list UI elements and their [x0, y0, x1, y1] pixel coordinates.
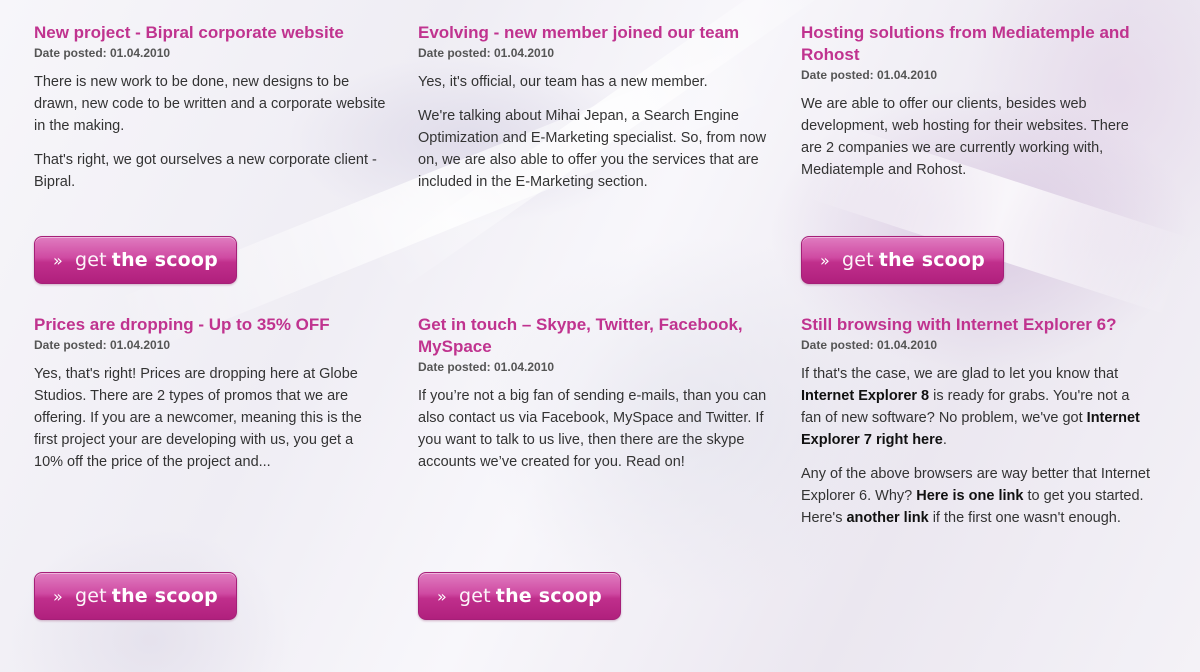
- inline-link[interactable]: another link: [846, 510, 928, 526]
- paragraph-text: If that's the case, we are glad to let y…: [801, 366, 1119, 382]
- post-date: Date posted: 01.04.2010: [418, 360, 555, 374]
- news-post: New project - Bipral corporate website D…: [34, 22, 386, 205]
- paragraph-text: We're talking about Mihai Jepan, a Searc…: [418, 108, 767, 190]
- button-label-the-scoop: the scoop: [495, 585, 602, 607]
- paragraph-text: We are able to offer our clients, beside…: [801, 96, 1129, 178]
- button-label-the-scoop: the scoop: [111, 585, 218, 607]
- post-paragraph: Yes, that's right! Prices are dropping h…: [34, 363, 386, 473]
- double-chevron-right-icon: »: [52, 586, 63, 606]
- post-body: Yes, that's right! Prices are dropping h…: [34, 363, 386, 473]
- button-label-get: get: [458, 585, 491, 607]
- post-paragraph: If you’re not a big fan of sending e-mai…: [418, 385, 770, 473]
- post-date: Date posted: 01.04.2010: [801, 68, 938, 82]
- post-title[interactable]: Hosting solutions from Mediatemple and R…: [801, 22, 1153, 66]
- news-post: Evolving - new member joined our team Da…: [418, 22, 770, 205]
- post-date: Date posted: 01.04.2010: [418, 46, 555, 60]
- post-title[interactable]: Prices are dropping - Up to 35% OFF: [34, 314, 386, 336]
- post-paragraph: Yes, it's official, our team has a new m…: [418, 71, 770, 93]
- button-label-the-scoop: the scoop: [111, 249, 218, 271]
- paragraph-text: .: [942, 432, 947, 448]
- button-label-get: get: [841, 249, 874, 271]
- post-body: If that's the case, we are glad to let y…: [801, 363, 1153, 529]
- paragraph-text: If you’re not a big fan of sending e-mai…: [418, 388, 767, 470]
- post-title[interactable]: New project - Bipral corporate website: [34, 22, 386, 44]
- news-post: Get in touch – Skype, Twitter, Facebook,…: [418, 314, 770, 485]
- button-label-get: get: [74, 249, 107, 271]
- double-chevron-right-icon: »: [436, 586, 447, 606]
- button-label-the-scoop: the scoop: [878, 249, 985, 271]
- paragraph-text: Yes, that's right! Prices are dropping h…: [34, 366, 362, 470]
- button-label-get: get: [74, 585, 107, 607]
- post-title[interactable]: Still browsing with Internet Explorer 6?: [801, 314, 1153, 336]
- post-body: We are able to offer our clients, beside…: [801, 93, 1153, 181]
- post-date: Date posted: 01.04.2010: [34, 46, 171, 60]
- get-the-scoop-button[interactable]: » get the scoop: [34, 236, 237, 284]
- post-paragraph: That's right, we got ourselves a new cor…: [34, 149, 386, 193]
- paragraph-text: Yes, it's official, our team has a new m…: [418, 74, 708, 90]
- post-title[interactable]: Get in touch – Skype, Twitter, Facebook,…: [418, 314, 770, 358]
- double-chevron-right-icon: »: [819, 250, 830, 270]
- get-the-scoop-button[interactable]: » get the scoop: [801, 236, 1004, 284]
- post-paragraph: We're talking about Mihai Jepan, a Searc…: [418, 105, 770, 193]
- news-post: Hosting solutions from Mediatemple and R…: [801, 22, 1153, 193]
- inline-link[interactable]: Internet Explorer 8: [801, 388, 929, 404]
- post-body: There is new work to be done, new design…: [34, 71, 386, 193]
- post-date: Date posted: 01.04.2010: [34, 338, 171, 352]
- get-the-scoop-button[interactable]: » get the scoop: [418, 572, 621, 620]
- post-paragraph: We are able to offer our clients, beside…: [801, 93, 1153, 181]
- news-post: Still browsing with Internet Explorer 6?…: [801, 314, 1153, 541]
- post-paragraph: If that's the case, we are glad to let y…: [801, 363, 1153, 451]
- post-title[interactable]: Evolving - new member joined our team: [418, 22, 770, 44]
- paragraph-text: That's right, we got ourselves a new cor…: [34, 152, 377, 190]
- post-paragraph: Any of the above browsers are way better…: [801, 463, 1153, 529]
- post-body: Yes, it's official, our team has a new m…: [418, 71, 770, 193]
- post-date: Date posted: 01.04.2010: [801, 338, 938, 352]
- get-the-scoop-button[interactable]: » get the scoop: [34, 572, 237, 620]
- post-body: If you’re not a big fan of sending e-mai…: [418, 385, 770, 473]
- inline-link[interactable]: Here is one link: [916, 488, 1023, 504]
- double-chevron-right-icon: »: [52, 250, 63, 270]
- paragraph-text: if the first one wasn't enough.: [928, 510, 1121, 526]
- news-post: Prices are dropping - Up to 35% OFF Date…: [34, 314, 386, 485]
- paragraph-text: There is new work to be done, new design…: [34, 74, 386, 134]
- post-paragraph: There is new work to be done, new design…: [34, 71, 386, 137]
